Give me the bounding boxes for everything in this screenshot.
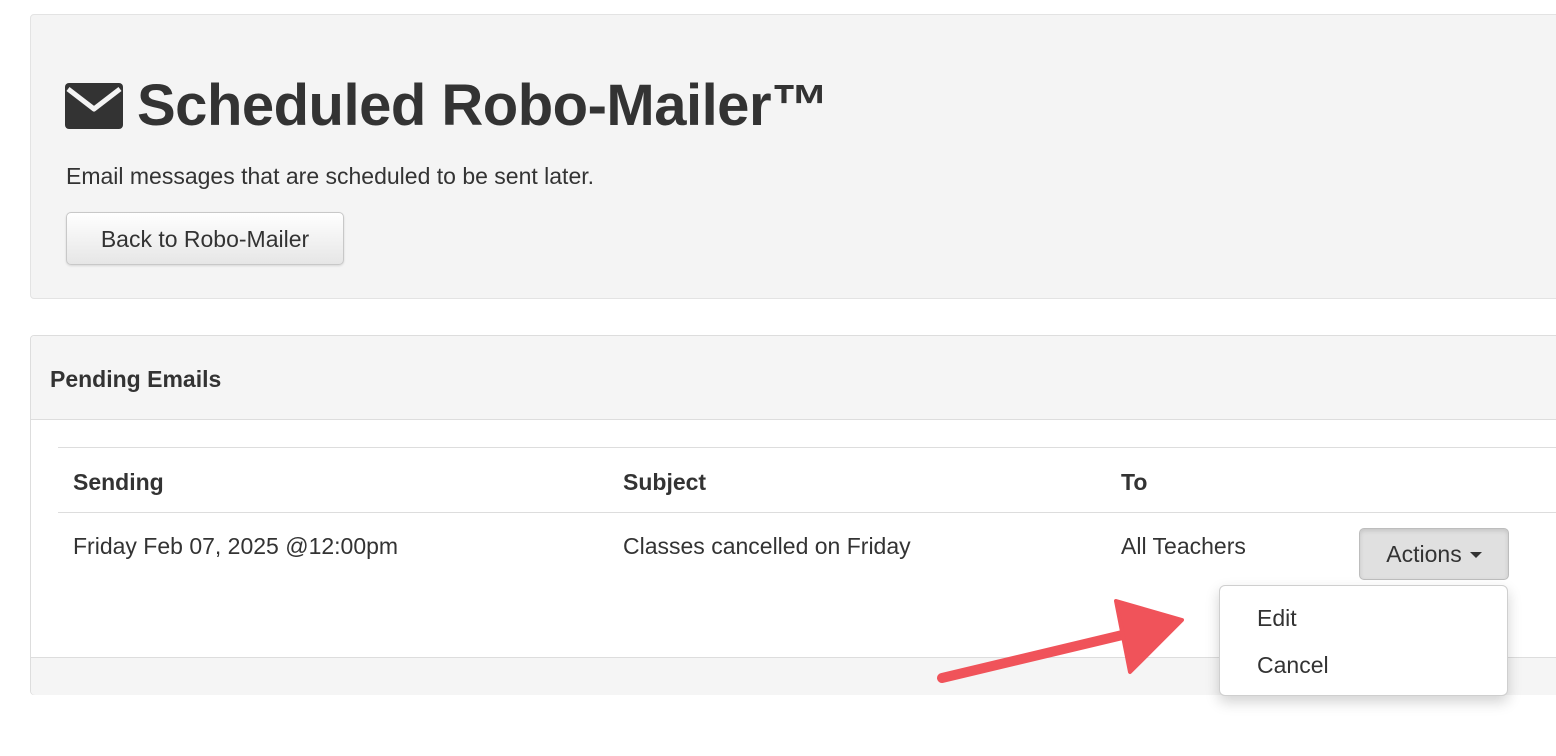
back-to-robo-mailer-button[interactable]: Back to Robo-Mailer <box>66 212 344 265</box>
table-divider <box>58 447 1556 448</box>
cell-subject: Classes cancelled on Friday <box>623 533 911 559</box>
menu-item-cancel[interactable]: Cancel <box>1220 643 1507 687</box>
caret-down-icon <box>1469 552 1482 558</box>
page-title: Scheduled Robo-Mailer™ <box>137 73 829 138</box>
menu-item-edit[interactable]: Edit <box>1220 596 1507 640</box>
cell-sending: Friday Feb 07, 2025 @12:00pm <box>73 533 399 559</box>
actions-dropdown-menu: Edit Cancel <box>1219 585 1508 696</box>
page-description: Email messages that are scheduled to be … <box>66 163 595 189</box>
column-header-to: To <box>1121 469 1148 495</box>
column-header-sending: Sending <box>73 469 164 495</box>
page-title-row: Scheduled Robo-Mailer™ <box>65 71 829 141</box>
panel-heading: Pending Emails <box>31 336 1556 420</box>
actions-label: Actions <box>1386 540 1462 567</box>
actions-dropdown-button[interactable]: Actions <box>1359 528 1509 580</box>
page-header: Scheduled Robo-Mailer™ Email messages th… <box>30 14 1556 299</box>
table-divider <box>58 512 1556 513</box>
column-header-subject: Subject <box>623 469 707 495</box>
cell-to: All Teachers <box>1121 533 1246 559</box>
panel-title: Pending Emails <box>50 366 222 392</box>
envelope-icon <box>65 83 123 129</box>
